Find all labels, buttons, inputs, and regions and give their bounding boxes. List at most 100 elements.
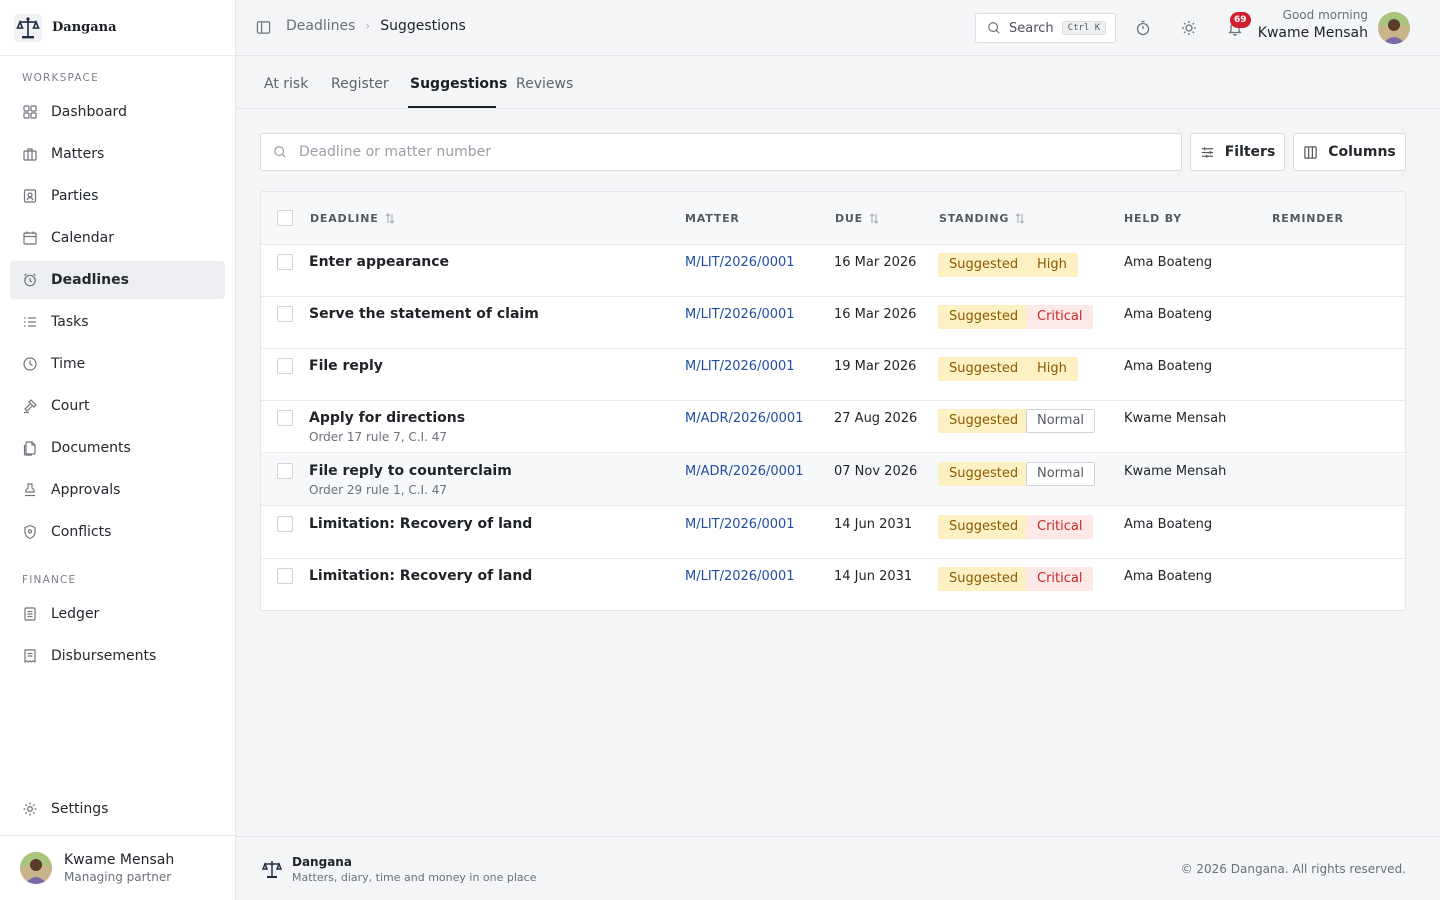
priority-badge: Critical: [1026, 567, 1094, 591]
sidebar-item-label: Court: [51, 398, 90, 414]
deadlines-table: DEADLINE MATTER DUE STANDING HELD BY REM…: [260, 191, 1406, 611]
matter-link[interactable]: M/ADR/2026/0001: [685, 464, 803, 479]
breadcrumb-deadlines[interactable]: Deadlines: [286, 18, 355, 34]
sliders-icon: [1201, 146, 1213, 158]
deadline-title[interactable]: File reply: [309, 358, 383, 374]
greeting: Good morning Kwame Mensah: [1258, 8, 1368, 41]
greeting-user-name: Kwame Mensah: [1257, 25, 1368, 41]
header-standing[interactable]: STANDING: [939, 212, 1025, 225]
matter-link[interactable]: M/LIT/2026/0001: [685, 307, 795, 322]
due-date: 14 Jun 2031: [834, 517, 913, 532]
table-row[interactable]: Enter appearance M/LIT/2026/0001 16 Mar 20…: [261, 245, 1405, 297]
user-role: Managing partner: [64, 870, 172, 884]
footer-app-name: Dangana: [292, 855, 352, 869]
stamp-icon: [25, 483, 35, 497]
greeting-text: Good morning: [1282, 8, 1368, 22]
sidebar-item-tasks[interactable]: Tasks: [10, 303, 225, 341]
held-by: Ama Boateng: [1124, 307, 1213, 322]
deadline-title[interactable]: File reply to counterclaim: [309, 463, 512, 479]
table-row[interactable]: File reply M/LIT/2026/0001 19 Mar 2026 Sugg…: [261, 349, 1405, 401]
calendar-icon: [23, 231, 37, 245]
matter-link[interactable]: M/LIT/2026/0001: [685, 517, 795, 532]
sidebar-item-settings[interactable]: Settings: [10, 790, 225, 828]
status-badge: Suggested: [938, 305, 1030, 329]
row-checkbox[interactable]: [277, 410, 293, 426]
brand[interactable]: Dangana: [0, 0, 235, 56]
table-row[interactable]: Limitation: Recovery of land M/LIT/2026/0…: [261, 507, 1405, 559]
deadline-search-input[interactable]: [299, 144, 1159, 160]
sidebar-item-deadlines[interactable]: Deadlines: [10, 261, 225, 299]
deadline-title[interactable]: Enter appearance: [309, 254, 449, 270]
table-row[interactable]: File reply to counterclaim Order 29 rule …: [261, 454, 1405, 506]
table-row[interactable]: Apply for directions Order 17 rule 7, C.I…: [261, 401, 1405, 453]
columns-icon: [1304, 145, 1317, 159]
matter-link[interactable]: M/LIT/2026/0001: [685, 359, 795, 374]
row-checkbox[interactable]: [277, 568, 293, 584]
sun-icon[interactable]: [1181, 20, 1197, 36]
clock-icon: [23, 357, 37, 371]
user-avatar-button[interactable]: [1378, 12, 1410, 44]
breadcrumb-current: Suggestions: [380, 18, 466, 34]
tab-suggestions[interactable]: Suggestions: [410, 76, 507, 92]
select-all-checkbox[interactable]: [277, 210, 293, 226]
sidebar-item-matters[interactable]: Matters: [10, 135, 225, 173]
row-checkbox[interactable]: [277, 516, 293, 532]
sidebar-item-conflicts[interactable]: Conflicts: [10, 513, 225, 551]
scales-logo-icon: [261, 861, 283, 878]
sidebar-item-dashboard[interactable]: Dashboard: [10, 93, 225, 131]
sidebar-item-calendar[interactable]: Calendar: [10, 219, 225, 257]
sidebar-item-parties[interactable]: Parties: [10, 177, 225, 215]
footer-tagline: Matters, diary, time and money in one pl…: [292, 871, 537, 884]
matter-link[interactable]: M/LIT/2026/0001: [685, 569, 795, 584]
status-badge: Suggested: [938, 462, 1030, 486]
sidebar-item-label: Dashboard: [51, 104, 127, 120]
sidebar-item-time[interactable]: Time: [10, 345, 225, 383]
tab-at-risk[interactable]: At risk: [264, 76, 308, 92]
sidebar-user[interactable]: Kwame Mensah Managing partner: [0, 835, 235, 900]
priority-badge: Normal: [1026, 409, 1096, 433]
priority-badge: High: [1026, 253, 1078, 277]
sidebar-item-documents[interactable]: Documents: [10, 429, 225, 467]
row-checkbox[interactable]: [277, 306, 293, 322]
row-checkbox[interactable]: [277, 254, 293, 270]
briefcase-icon: [23, 148, 37, 161]
deadline-title[interactable]: Limitation: Recovery of land: [309, 568, 532, 584]
row-checkbox[interactable]: [277, 463, 293, 479]
header-deadline[interactable]: DEADLINE: [310, 212, 395, 225]
status-badge: Suggested: [938, 409, 1030, 433]
sidebar-item-disbursements[interactable]: Disbursements: [10, 637, 225, 675]
due-date: 07 Nov 2026: [834, 464, 918, 479]
brand-name: Dangana: [52, 20, 117, 35]
columns-label: Columns: [1328, 144, 1396, 160]
columns-button[interactable]: Columns: [1293, 133, 1406, 171]
user-name: Kwame Mensah: [64, 852, 175, 868]
matter-link[interactable]: M/LIT/2026/0001: [685, 255, 795, 270]
tab-register[interactable]: Register: [331, 76, 389, 92]
active-tab-indicator: [408, 106, 496, 108]
tab-reviews[interactable]: Reviews: [516, 76, 573, 92]
matter-link[interactable]: M/ADR/2026/0001: [685, 411, 803, 426]
deadline-title[interactable]: Limitation: Recovery of land: [309, 516, 532, 532]
header-deadline-label: DEADLINE: [310, 212, 379, 225]
sidebar-item-label: Deadlines: [51, 272, 129, 288]
sidebar-item-court[interactable]: Court: [10, 387, 225, 425]
header-due[interactable]: DUE: [835, 212, 879, 225]
filters-button[interactable]: Filters: [1190, 133, 1285, 171]
priority-badge: Critical: [1026, 305, 1094, 329]
table-header: DEADLINE MATTER DUE STANDING HELD BY REM…: [261, 192, 1405, 245]
sidebar-toggle-icon[interactable]: [256, 20, 271, 35]
deadline-title[interactable]: Serve the statement of claim: [309, 306, 539, 322]
held-by: Ama Boateng: [1124, 359, 1213, 374]
sidebar-item-approvals[interactable]: Approvals: [10, 471, 225, 509]
sidebar-item-label: Conflicts: [51, 524, 112, 540]
deadline-search-field[interactable]: [260, 133, 1182, 171]
sidebar-item-ledger[interactable]: Ledger: [10, 595, 225, 633]
header-held-by: HELD BY: [1124, 212, 1182, 225]
timer-icon[interactable]: [1135, 20, 1151, 36]
sort-icon: [1015, 213, 1025, 224]
deadline-title[interactable]: Apply for directions: [309, 410, 465, 426]
row-checkbox[interactable]: [277, 358, 293, 374]
global-search-button[interactable]: Search Ctrl K: [975, 13, 1116, 43]
table-row[interactable]: Limitation: Recovery of land M/LIT/2026/0…: [261, 559, 1405, 610]
table-row[interactable]: Serve the statement of claim M/LIT/2026/0…: [261, 297, 1405, 349]
